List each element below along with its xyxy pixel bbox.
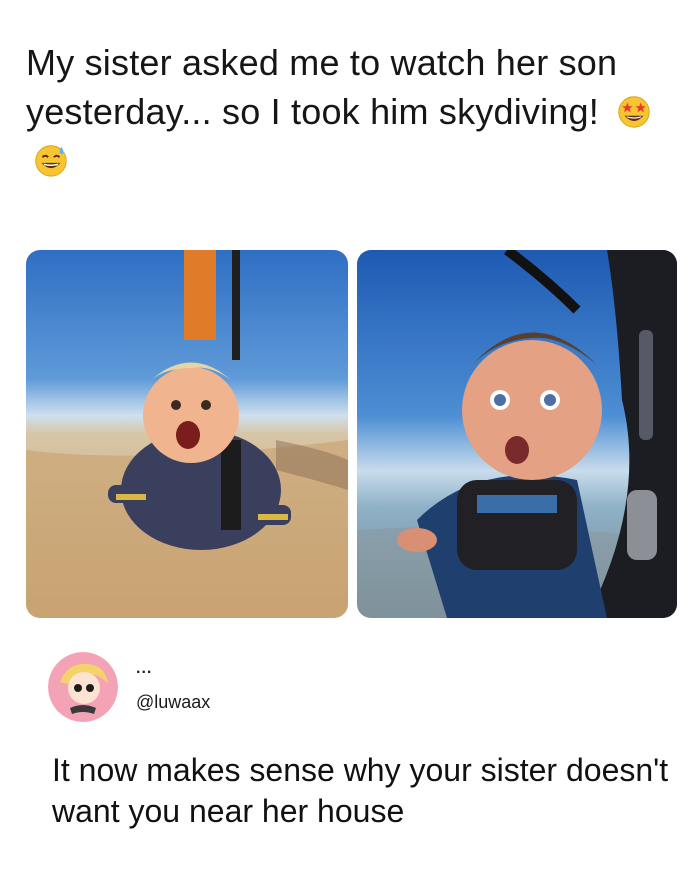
avatar[interactable] — [48, 652, 118, 722]
reply-display-name: ... — [136, 660, 153, 677]
star-struck-emoji-icon — [618, 96, 650, 128]
reply-text: It now makes sense why your sister doesn… — [52, 752, 669, 829]
post-photos — [26, 250, 677, 618]
baby-skydiving-photo-1[interactable] — [26, 250, 348, 618]
post-text-content: My sister asked me to watch her son yest… — [26, 42, 618, 132]
reply-header: ... @luwaax — [48, 652, 668, 732]
post-text: My sister asked me to watch her son yest… — [26, 38, 666, 185]
baby-skydiving-photo-2[interactable] — [357, 250, 677, 618]
reply-handle[interactable]: @luwaax — [136, 692, 210, 713]
grinning-sweat-emoji-icon — [35, 145, 67, 177]
